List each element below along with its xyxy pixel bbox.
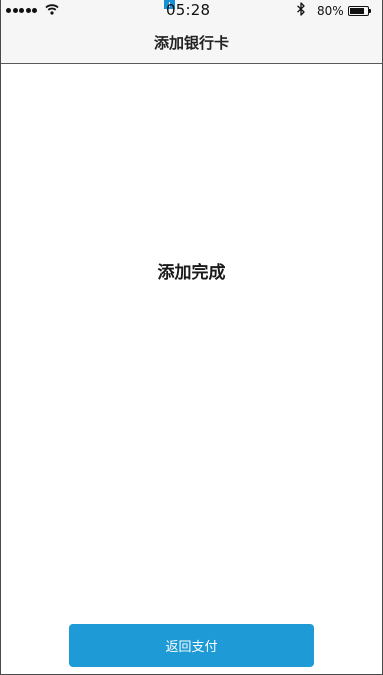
signal-dot [6,8,11,13]
status-time: 05:28 [166,1,211,19]
page-title: 添加银行卡 [153,34,229,52]
signal-dots-icon [6,8,37,13]
signal-dot [25,8,31,13]
signal-dot [19,8,24,13]
success-message: 添加完成 [157,263,226,283]
signal-dot [32,8,37,13]
battery-icon [348,6,369,16]
wifi-icon [45,4,59,15]
battery-fill [350,8,364,14]
return-to-payment-button[interactable]: 返回支付 [69,624,314,667]
screen: 05:28 80% 添加银行卡 添加完成 返回支付 [0,0,383,675]
battery-percent: 80% [317,4,344,18]
bluetooth-icon [297,2,305,16]
header: 05:28 80% 添加银行卡 [1,0,382,64]
battery-tip [369,9,371,13]
signal-dot [12,8,18,13]
status-bar: 05:28 80% [1,0,382,22]
